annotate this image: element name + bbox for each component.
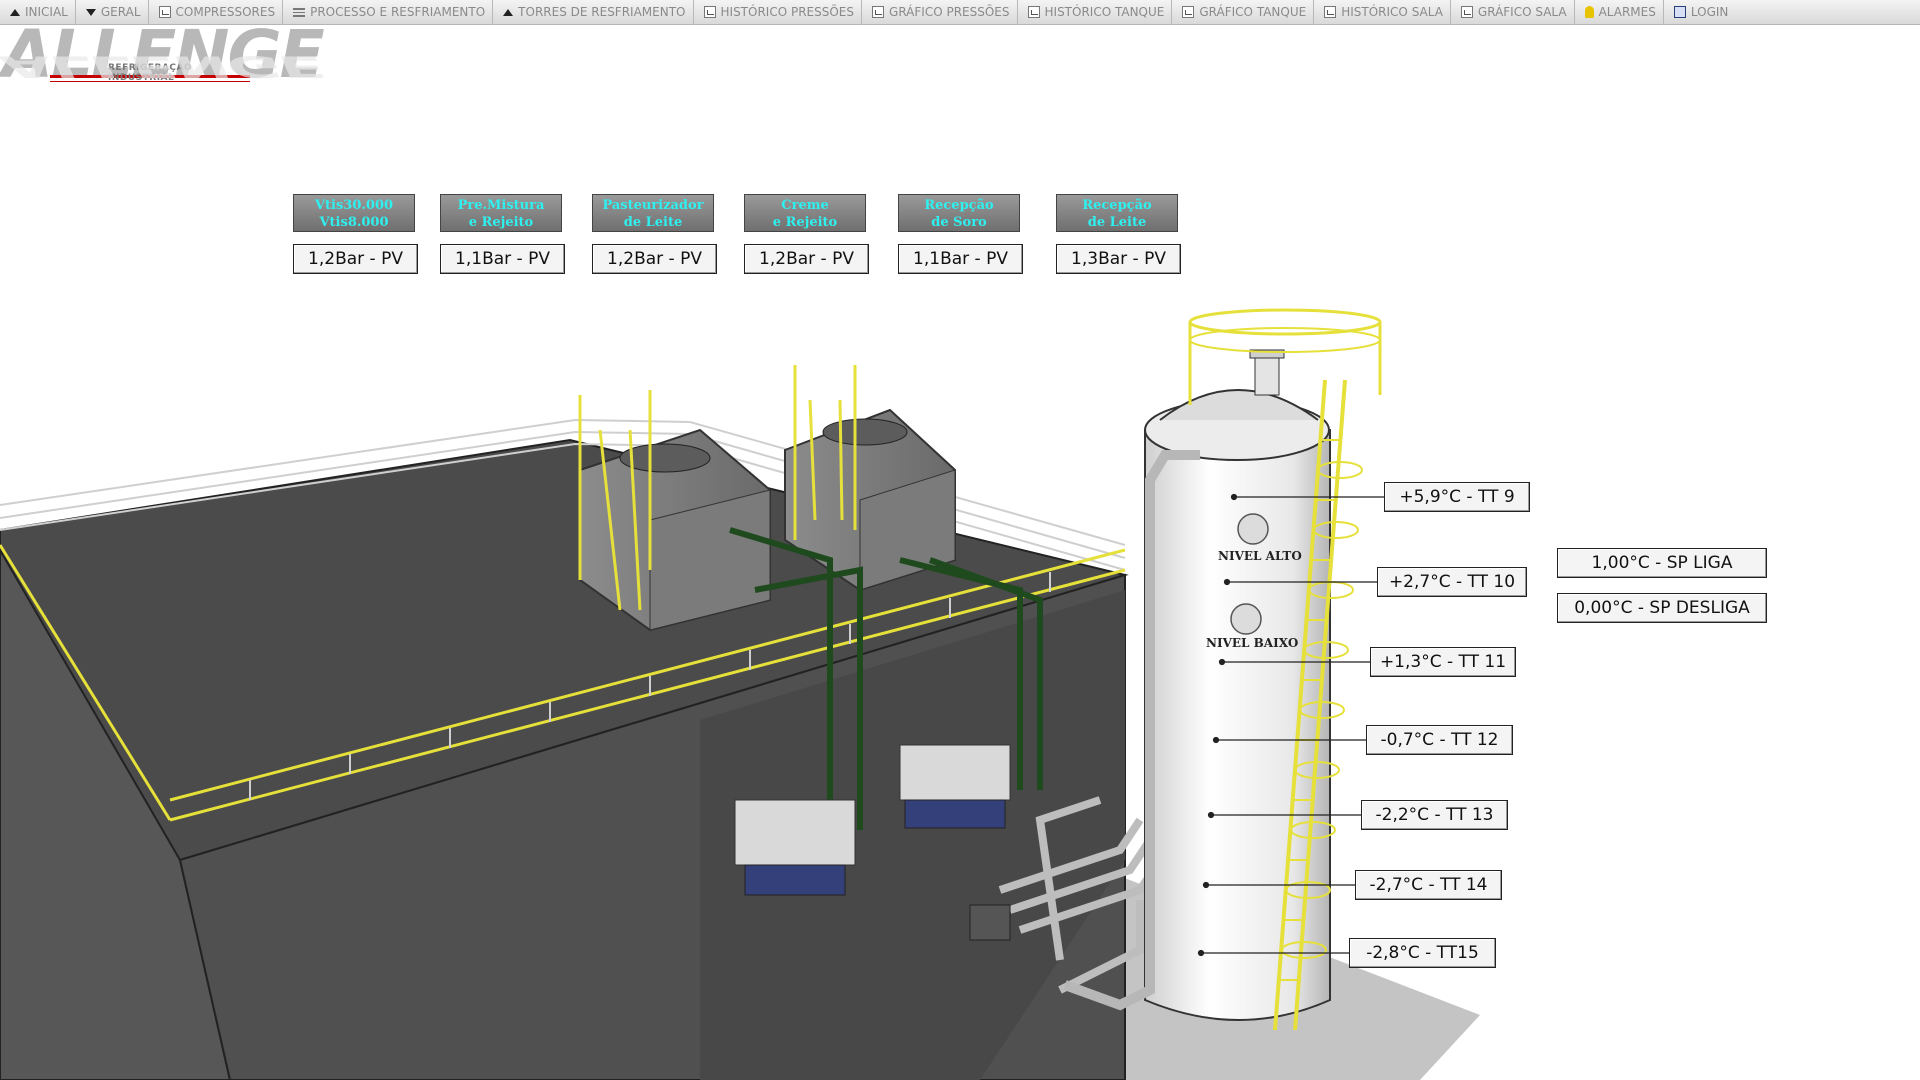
sector-line-1: Pre.Mistura bbox=[457, 198, 545, 213]
temperature-tt15: -2,8°C - TT15 bbox=[1349, 938, 1496, 968]
cooling-tower-1 bbox=[578, 390, 771, 632]
temperature-tt11: +1,3°C - TT 11 bbox=[1370, 647, 1516, 677]
sector-label-pre-mistura[interactable]: Pre.Mistura e Rejeito bbox=[440, 194, 562, 232]
sector-line-1: Creme bbox=[781, 198, 829, 213]
level-high-indicator bbox=[1237, 513, 1269, 545]
pressure-value-vtis: 1,2Bar - PV bbox=[293, 244, 418, 274]
temperature-tt9: +5,9°C - TT 9 bbox=[1384, 482, 1530, 512]
sector-line-1: Recepção bbox=[1082, 198, 1152, 213]
temperature-tt12: -0,7°C - TT 12 bbox=[1366, 725, 1513, 755]
pressure-value-recepcao-soro: 1,1Bar - PV bbox=[898, 244, 1023, 274]
sector-line-1: Recepção bbox=[924, 198, 994, 213]
pressure-value-pre-mistura: 1,1Bar - PV bbox=[440, 244, 565, 274]
pump-skid bbox=[969, 904, 1011, 941]
sector-label-recepcao-soro[interactable]: Recepção de Soro bbox=[898, 194, 1020, 232]
sector-line-2: e Rejeito bbox=[772, 215, 838, 230]
temperature-tt10: +2,7°C - TT 10 bbox=[1377, 567, 1527, 597]
sector-line-1: Pasteurizador bbox=[602, 198, 704, 213]
setpoint-liga[interactable]: 1,00°C - SP LIGA bbox=[1557, 548, 1767, 578]
sector-label-pasteurizador[interactable]: Pasteurizador de Leite bbox=[592, 194, 714, 232]
temperature-tt13: -2,2°C - TT 13 bbox=[1361, 800, 1508, 830]
sector-line-2: de Leite bbox=[623, 215, 683, 230]
pressure-value-recepcao-leite: 1,3Bar - PV bbox=[1056, 244, 1181, 274]
sector-line-2: de Soro bbox=[931, 215, 987, 230]
sector-line-2: Vtis8.000 bbox=[319, 215, 389, 230]
sector-line-2: e Rejeito bbox=[468, 215, 534, 230]
plant-scene bbox=[0, 308, 1480, 1080]
level-low-label: NIVEL BAIXO bbox=[1206, 636, 1299, 650]
pressure-value-creme: 1,2Bar - PV bbox=[744, 244, 869, 274]
sector-label-creme[interactable]: Creme e Rejeito bbox=[744, 194, 866, 232]
sector-label-vtis[interactable]: Vtis30.000 Vtis8.000 bbox=[293, 194, 415, 232]
temperature-tt14: -2,7°C - TT 14 bbox=[1355, 870, 1502, 900]
setpoint-desliga[interactable]: 0,00°C - SP DESLIGA bbox=[1557, 593, 1767, 623]
sector-line-2: de Leite bbox=[1087, 215, 1147, 230]
sector-label-recepcao-leite[interactable]: Recepção de Leite bbox=[1056, 194, 1178, 232]
level-low-indicator bbox=[1230, 603, 1262, 635]
sector-line-1: Vtis30.000 bbox=[314, 198, 394, 213]
pressure-value-pasteurizador: 1,2Bar - PV bbox=[592, 244, 717, 274]
level-high-label: NIVEL ALTO bbox=[1218, 549, 1302, 563]
